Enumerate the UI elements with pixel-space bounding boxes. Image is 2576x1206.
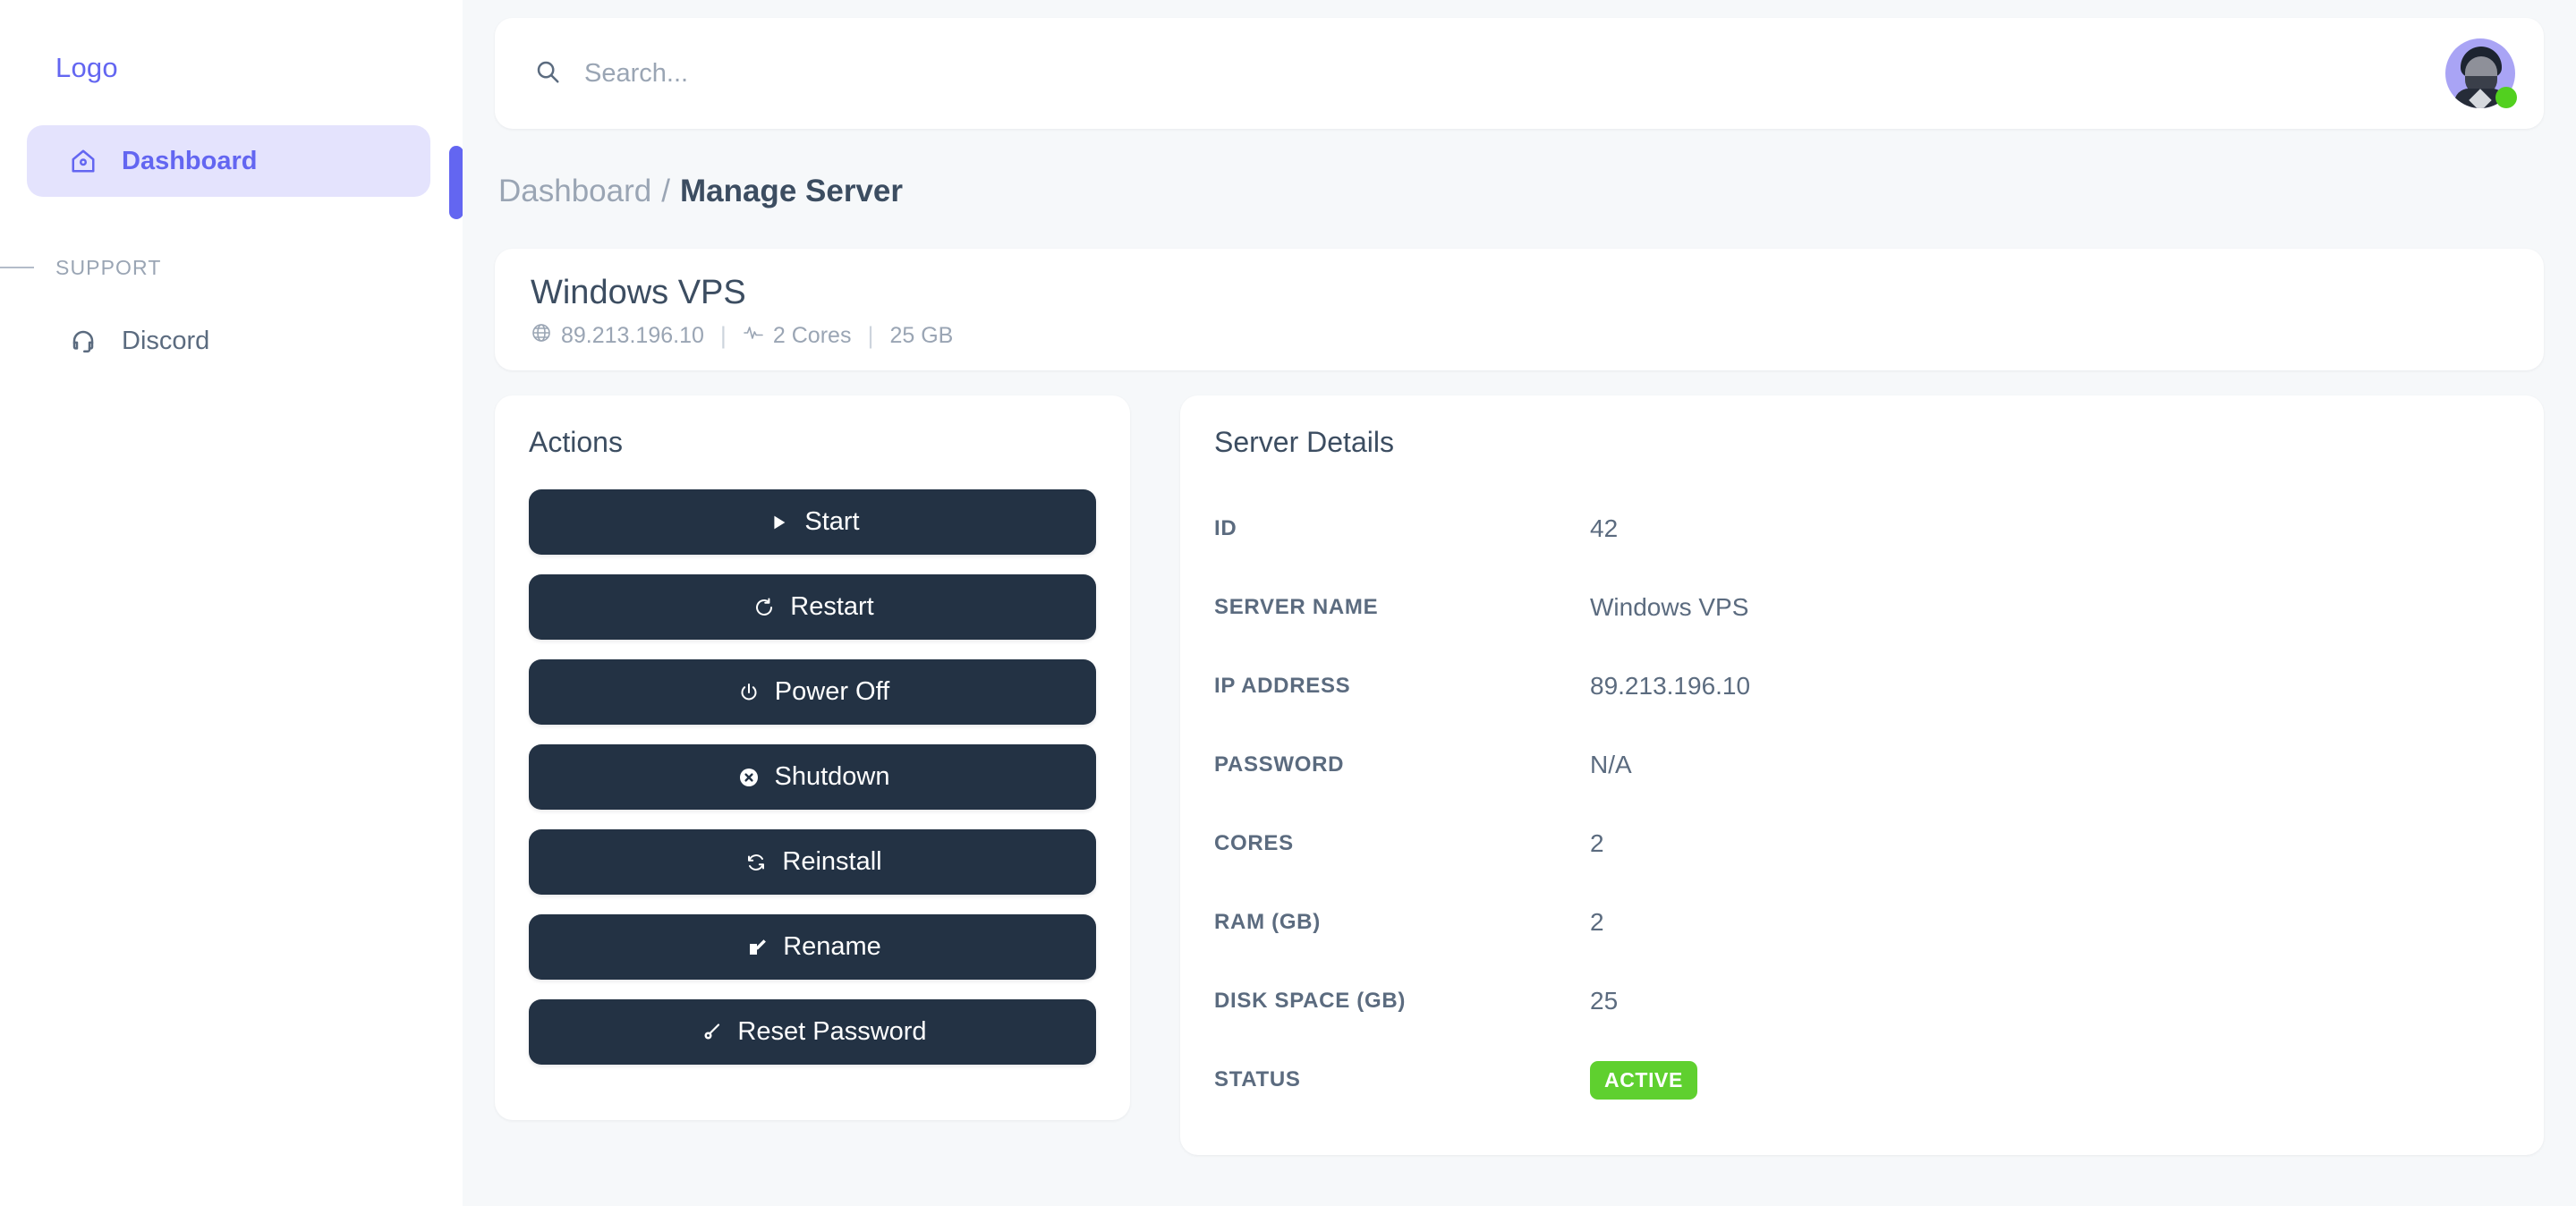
server-ip-text: 89.213.196.10 [561, 323, 704, 348]
meta-separator: | [867, 322, 874, 349]
sidebar-section-support: SUPPORT [0, 245, 463, 290]
search-icon [534, 58, 561, 89]
server-cores: 2 Cores [743, 322, 852, 350]
breadcrumb: Dashboard / Manage Server [495, 174, 2544, 209]
reset-password-button-label: Reset Password [737, 1017, 927, 1046]
actions-panel-title: Actions [529, 426, 623, 458]
detail-value: 42 [1590, 514, 1619, 542]
power-icon [735, 679, 762, 706]
logo[interactable]: Logo [0, 50, 463, 86]
breadcrumb-current: Manage Server [679, 174, 903, 208]
detail-value: 89.213.196.10 [1590, 672, 1751, 700]
detail-key: ID [1214, 516, 1237, 540]
x-circle-icon [735, 764, 762, 791]
server-meta: 89.213.196.10 | 2 Cores | 25 GB [531, 322, 2508, 350]
globe-icon [531, 322, 552, 350]
detail-value: 2 [1590, 908, 1604, 936]
detail-value: 2 [1590, 829, 1604, 857]
start-button[interactable]: Start [529, 489, 1096, 555]
status-online-dot [2495, 87, 2517, 108]
headset-icon [68, 326, 98, 356]
search-input[interactable] [584, 47, 2445, 100]
server-title: Windows VPS [531, 274, 746, 311]
reset-password-button[interactable]: Reset Password [529, 999, 1096, 1065]
detail-row: CORES 2 [1214, 804, 2510, 883]
shutdown-button-label: Shutdown [774, 762, 890, 791]
detail-key: DISK SPACE (GB) [1214, 989, 1407, 1013]
detail-value: N/A [1590, 751, 1632, 778]
server-details-panel: Server Details ID 42 SERVER NAME Windows… [1180, 395, 2544, 1155]
detail-row: IP ADDRESS 89.213.196.10 [1214, 647, 2510, 726]
start-button-label: Start [804, 507, 860, 536]
edit-icon [744, 934, 770, 961]
sidebar-item-discord[interactable]: Discord [27, 310, 430, 372]
server-disk: 25 GB [889, 323, 953, 349]
refresh-icon [743, 849, 769, 876]
user-avatar-button[interactable] [2445, 38, 2517, 108]
detail-row: STATUS ACTIVE [1214, 1040, 2510, 1119]
detail-key: SERVER NAME [1214, 595, 1379, 619]
breadcrumb-separator: / [661, 174, 670, 208]
sidebar-support-nav: Discord [0, 310, 463, 372]
topbar [495, 18, 2544, 129]
detail-key: CORES [1214, 831, 1294, 855]
detail-value: 25 [1590, 987, 1619, 1015]
detail-row: SERVER NAME Windows VPS [1214, 568, 2510, 647]
sidebar-item-dashboard[interactable]: Dashboard [27, 125, 430, 197]
status-badge: ACTIVE [1590, 1060, 1697, 1100]
detail-value: Windows VPS [1590, 593, 1749, 621]
rename-button-label: Rename [783, 932, 881, 961]
power-off-button-label: Power Off [774, 677, 890, 706]
active-nav-accent-bar [449, 146, 463, 219]
server-summary-card: Windows VPS 89.213.196.10 | 2 Cores | 25… [495, 249, 2544, 370]
restart-button-label: Restart [790, 592, 874, 621]
breadcrumb-root[interactable]: Dashboard [498, 174, 651, 209]
search-bar[interactable] [534, 18, 2445, 129]
actions-panel: Actions Start Restart Power Off Shutdown… [495, 395, 1130, 1120]
panels-row: Actions Start Restart Power Off Shutdown… [495, 395, 2544, 1155]
reinstall-button[interactable]: Reinstall [529, 829, 1096, 895]
restart-icon [751, 594, 778, 621]
server-ip: 89.213.196.10 [531, 322, 704, 350]
key-icon [698, 1019, 725, 1046]
restart-button[interactable]: Restart [529, 574, 1096, 640]
reinstall-button-label: Reinstall [782, 847, 882, 876]
activity-icon [743, 322, 764, 350]
detail-key: RAM (GB) [1214, 910, 1321, 934]
section-divider-dash [0, 267, 34, 268]
detail-key: PASSWORD [1214, 752, 1345, 777]
shutdown-button[interactable]: Shutdown [529, 744, 1096, 810]
detail-row: ID 42 [1214, 489, 2510, 568]
server-disk-text: 25 GB [889, 323, 954, 348]
detail-row: PASSWORD N/A [1214, 726, 2510, 804]
detail-row: DISK SPACE (GB) 25 [1214, 962, 2510, 1040]
home-icon [68, 146, 98, 176]
main-content: Dashboard / Manage Server Windows VPS 89… [463, 0, 2576, 1206]
detail-key: STATUS [1214, 1067, 1301, 1091]
sidebar-item-label: Dashboard [122, 146, 258, 175]
rename-button[interactable]: Rename [529, 914, 1096, 980]
sidebar-nav: Dashboard [0, 125, 463, 197]
play-icon [765, 509, 792, 536]
meta-separator: | [719, 322, 727, 349]
server-cores-text: 2 Cores [772, 323, 852, 348]
details-panel-title: Server Details [1214, 426, 1394, 458]
sidebar: Logo Dashboard SUPPORT Discord [0, 0, 463, 1206]
detail-key: IP ADDRESS [1214, 674, 1351, 698]
app-root: Logo Dashboard SUPPORT Discord Search...… [0, 0, 2576, 1206]
detail-row: RAM (GB) 2 [1214, 883, 2510, 962]
power-off-button[interactable]: Power Off [529, 659, 1096, 725]
sidebar-item-label: Discord [122, 326, 210, 355]
